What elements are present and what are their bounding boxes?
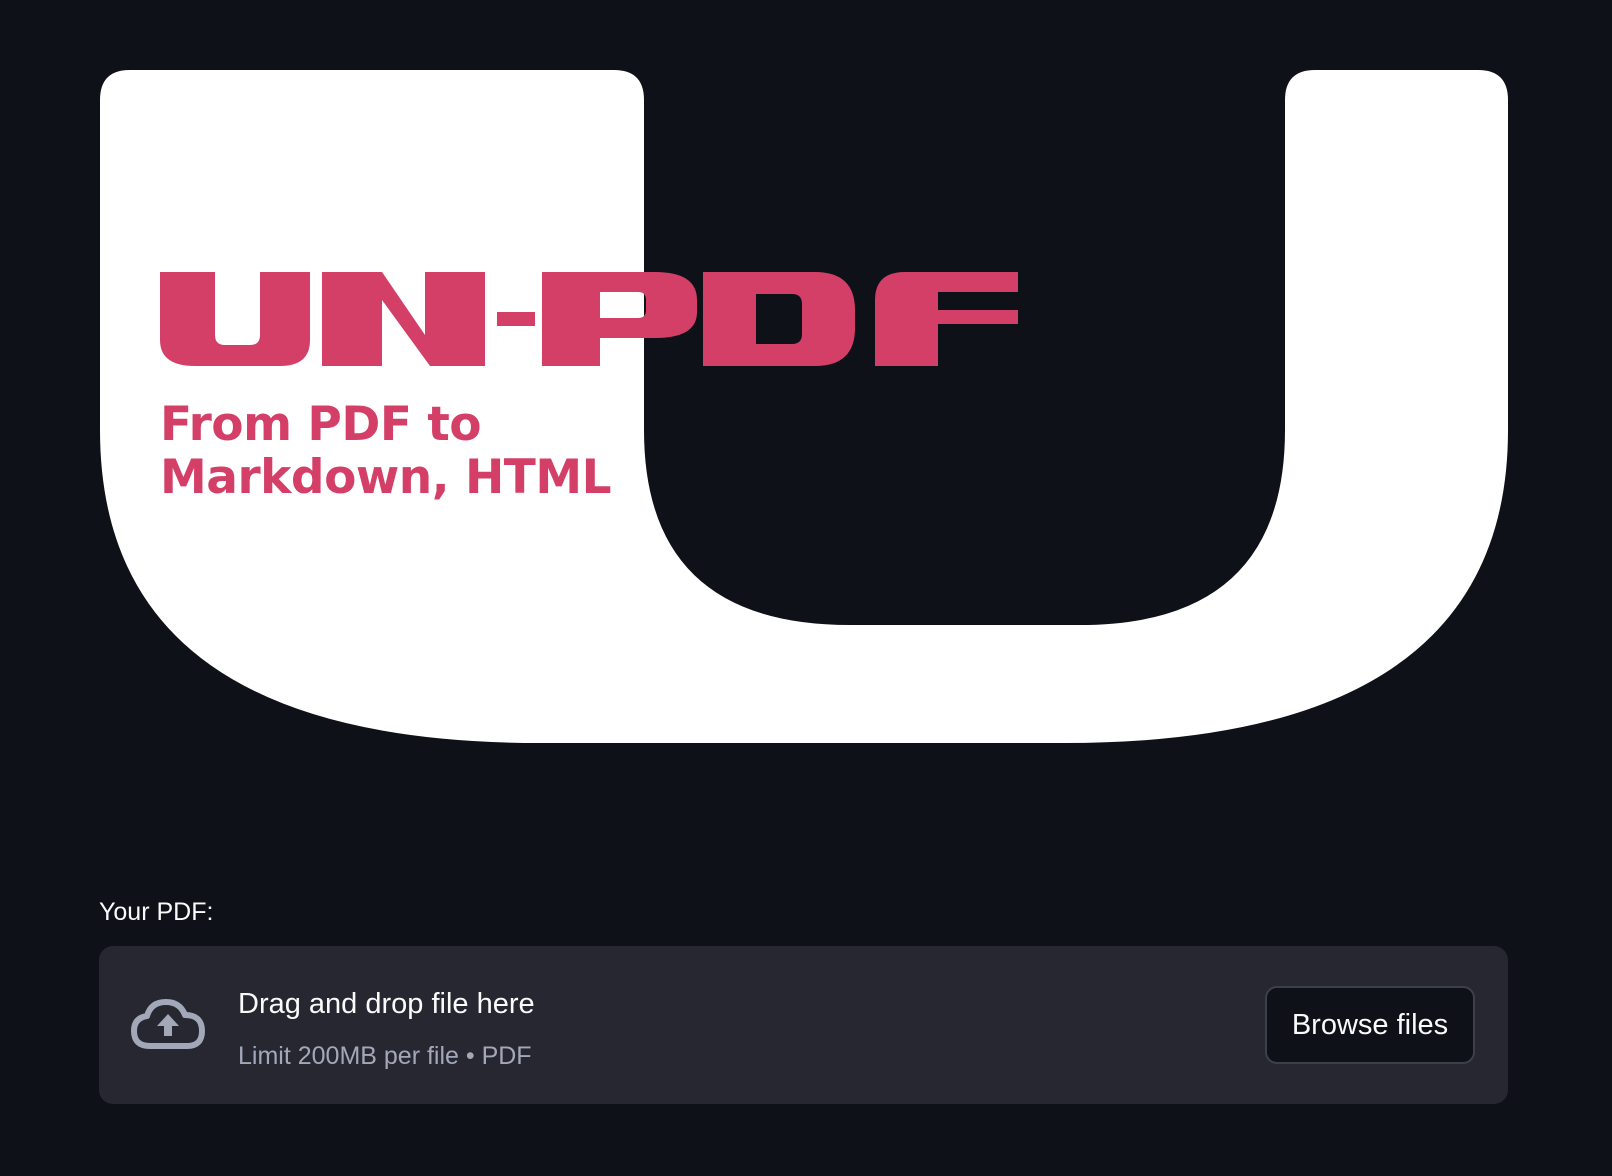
tagline-line-1: From PDF to — [160, 397, 482, 452]
cloud-upload-icon — [131, 999, 205, 1049]
file-dropzone[interactable]: Drag and drop file here Limit 200MB per … — [99, 946, 1508, 1104]
unpdf-logo-image — [100, 70, 1508, 743]
hero-banner: From PDF to Markdown, HTML — [0, 0, 1612, 760]
dropzone-limit-hint: Limit 200MB per file • PDF — [238, 1042, 532, 1070]
browse-files-button[interactable]: Browse files — [1265, 986, 1475, 1064]
logo-wordmark — [160, 272, 1018, 366]
app-page: From PDF to Markdown, HTML Your PDF: Dra… — [0, 0, 1612, 1176]
tagline: From PDF to Markdown, HTML — [160, 397, 612, 505]
file-uploader-label: Your PDF: — [99, 898, 214, 926]
tagline-line-2: Markdown, HTML — [160, 450, 612, 505]
dropzone-title: Drag and drop file here — [238, 988, 535, 1020]
